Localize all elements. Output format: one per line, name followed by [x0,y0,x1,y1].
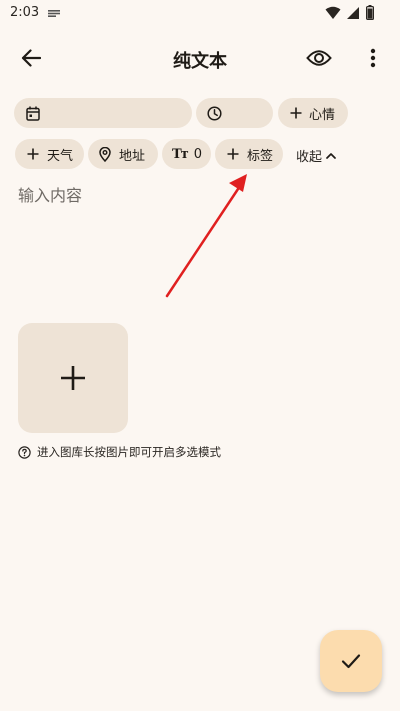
status-icons [325,5,374,20]
mood-chip[interactable]: 心情 [278,98,348,128]
eye-icon [306,50,332,66]
preview-button[interactable] [303,44,335,72]
collapse-button[interactable]: 收起 [296,146,336,165]
more-vert-icon [370,48,376,68]
app-bar: 纯文本 [0,36,400,80]
battery-icon [366,5,374,20]
status-bar: 2:03 [0,0,400,26]
page-title: 纯文本 [173,51,227,72]
word-count-chip[interactable]: Tт 0 [162,139,211,169]
notification-icon [48,10,60,17]
location-pin-icon [99,146,111,162]
chevron-up-icon [326,153,336,159]
tag-chip-label: 标签 [247,148,274,164]
plus-icon [227,148,239,160]
word-count-value: 0 [193,146,203,162]
status-time: 2:03 [10,5,40,20]
tag-chip[interactable]: 标签 [215,139,283,169]
screen: 2:03 纯文本 心情 天气 地址 Tт 0 标签 收起 输入内容 进入图库长按… [0,0,400,711]
calendar-icon [26,106,40,121]
signal-icon [347,6,359,19]
plus-icon [290,107,302,119]
more-options-button[interactable] [362,44,384,72]
wifi-icon [325,6,341,19]
clock-icon [207,105,222,121]
weather-chip-label: 天气 [47,148,74,164]
gallery-hint-text: 进入图库长按图片即可开启多选模式 [37,445,221,459]
date-chip[interactable] [14,98,192,128]
address-chip-label: 地址 [119,148,146,164]
gallery-hint: 进入图库长按图片即可开启多选模式 [18,444,221,460]
check-icon [341,654,361,669]
plus-icon [27,148,39,160]
plus-icon [61,366,85,390]
weather-chip[interactable]: 天气 [15,139,84,169]
text-size-icon: Tт [172,146,189,162]
time-chip[interactable] [196,98,273,128]
add-image-button[interactable] [18,323,128,433]
address-chip[interactable]: 地址 [88,139,158,169]
collapse-label: 收起 [296,150,323,165]
mood-chip-label: 心情 [309,107,336,123]
save-fab[interactable] [320,630,382,692]
content-input[interactable] [18,182,378,302]
help-circle-icon [18,445,31,459]
